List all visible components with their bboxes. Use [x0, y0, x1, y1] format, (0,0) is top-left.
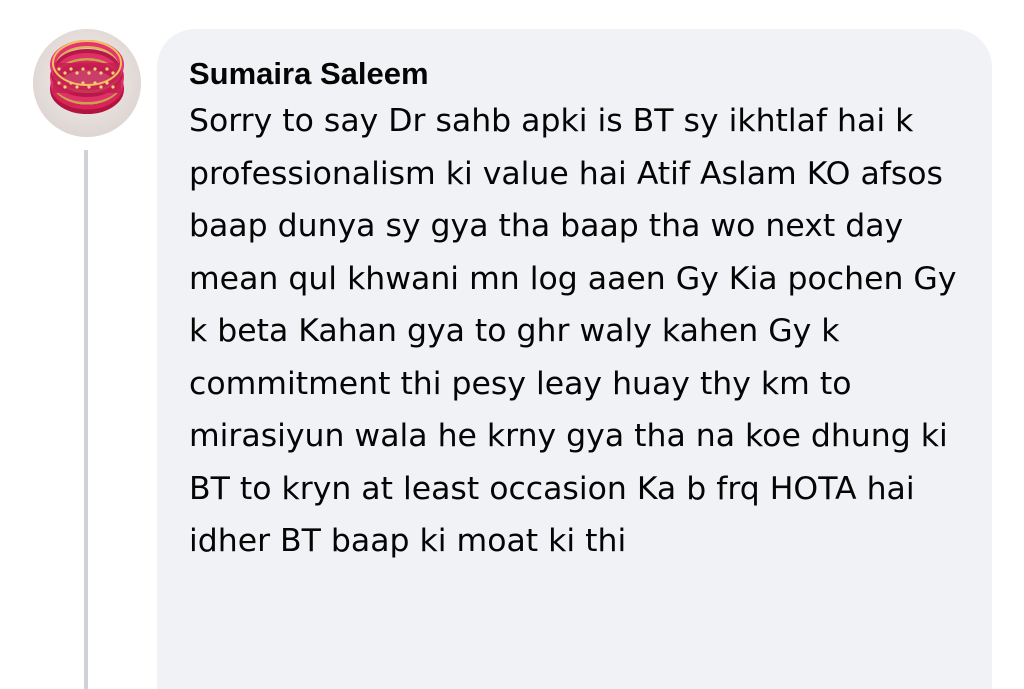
- avatar[interactable]: [33, 29, 141, 137]
- bangles-photo-avatar-icon: [33, 29, 141, 137]
- comment-body: Sorry to say Dr sahb apki is BT sy ikhtl…: [189, 103, 957, 559]
- reply-thread-line: [84, 150, 88, 689]
- comment-thread: Sumaira Saleem Sorry to say Dr sahb apki…: [0, 0, 1024, 689]
- comment-author-name[interactable]: Sumaira Saleem: [189, 55, 962, 93]
- comment-bubble: Sumaira Saleem Sorry to say Dr sahb apki…: [157, 29, 992, 689]
